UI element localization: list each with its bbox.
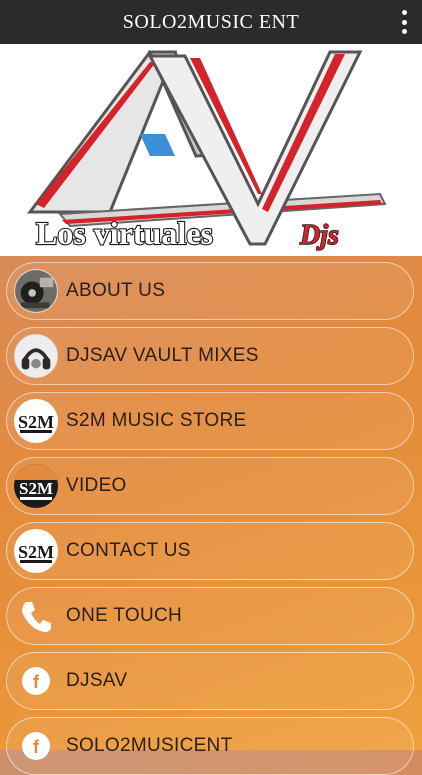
menu-item-label: ABOUT US	[66, 280, 166, 301]
svg-text:f: f	[33, 672, 40, 692]
banner-logo-script: Los virtuales	[36, 215, 213, 251]
facebook-icon: f	[14, 724, 58, 768]
banner-logo-suffix: Djs	[299, 220, 339, 251]
menu-item-one-touch[interactable]: ONE TOUCH	[6, 587, 414, 645]
svg-text:S2M: S2M	[18, 542, 54, 562]
menu-item-contact-us[interactable]: S2M CONTACT US	[6, 522, 414, 580]
phone-icon	[14, 594, 58, 638]
svg-text:f: f	[33, 737, 40, 757]
menu-item-djsav[interactable]: f DJSAV	[6, 652, 414, 710]
menu-item-label: S2M MUSIC STORE	[66, 410, 247, 431]
menu-item-label: VIDEO	[66, 475, 127, 496]
menu-item-label: SOLO2MUSICENT	[66, 735, 233, 756]
dj-turntable-photo-icon	[14, 269, 58, 313]
app-header: SOLO2MUSIC ENT	[0, 0, 422, 44]
menu-item-s2m-music-store[interactable]: S2M S2M MUSIC STORE	[6, 392, 414, 450]
menu-item-about-us[interactable]: ABOUT US	[6, 262, 414, 320]
menu-item-label: ONE TOUCH	[66, 605, 183, 626]
s2m-logo-icon: S2M	[14, 529, 58, 573]
menu-item-label: DJSAV VAULT MIXES	[66, 345, 259, 366]
overflow-menu-icon[interactable]	[400, 10, 408, 34]
menu-item-label: DJSAV	[66, 670, 128, 691]
banner-logo: Los virtuales Djs	[0, 44, 422, 256]
s2m-video-logo-icon: S2M	[14, 464, 58, 508]
headphones-photo-icon	[14, 334, 58, 378]
svg-text:S2M: S2M	[19, 479, 53, 498]
s2m-logo-icon: S2M	[14, 399, 58, 443]
menu-item-label: CONTACT US	[66, 540, 191, 561]
menu-item-solo2musicent[interactable]: f SOLO2MUSICENT	[6, 717, 414, 775]
facebook-icon: f	[14, 659, 58, 703]
menu-item-djsav-vault-mixes[interactable]: DJSAV VAULT MIXES	[6, 327, 414, 385]
app-title: SOLO2MUSIC ENT	[122, 10, 300, 33]
menu-item-video[interactable]: S2M VIDEO	[6, 457, 414, 515]
svg-text:S2M: S2M	[18, 412, 54, 432]
